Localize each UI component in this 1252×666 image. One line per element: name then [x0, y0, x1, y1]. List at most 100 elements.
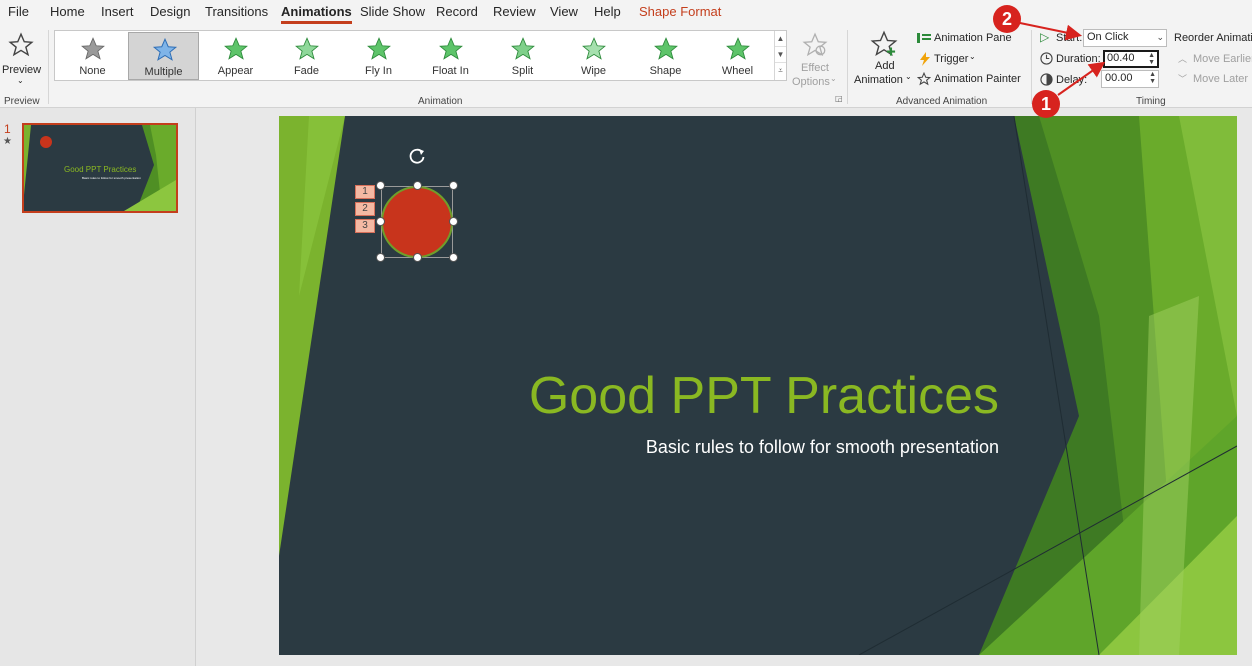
animation-painter-button[interactable]: Animation Painter — [917, 72, 1027, 88]
tab-design[interactable]: Design — [150, 4, 190, 19]
slide-canvas[interactable]: 1 2 3 Good PPT Practices Basic rules to … — [279, 116, 1237, 655]
animation-gallery: None Multiple Appear Fade Fly In Float I… — [54, 30, 787, 81]
resize-handle[interactable] — [413, 253, 422, 262]
scroll-up-icon[interactable]: ▲ — [775, 31, 786, 47]
animation-shape[interactable]: Shape — [630, 32, 701, 80]
lightning-icon — [920, 52, 930, 66]
dialog-launcher-icon[interactable]: ◲ — [835, 94, 843, 103]
resize-handle[interactable] — [376, 253, 385, 262]
tab-animations[interactable]: Animations — [281, 4, 352, 24]
gallery-more-icon[interactable]: ⩡ — [775, 63, 786, 79]
start-label: Start: — [1056, 32, 1083, 44]
tab-insert[interactable]: Insert — [101, 4, 134, 19]
delay-spinner[interactable]: ▲ ▼ — [1149, 71, 1156, 85]
resize-handle[interactable] — [449, 181, 458, 190]
add-animation-line2: Animation — [854, 74, 903, 86]
move-earlier-label: Move Earlier — [1193, 53, 1252, 65]
tab-help[interactable]: Help — [594, 4, 621, 19]
animation-wipe[interactable]: Wipe — [558, 32, 629, 80]
animation-order-tag[interactable]: 2 — [355, 202, 375, 216]
resize-handle[interactable] — [376, 181, 385, 190]
star-split-icon — [511, 37, 535, 60]
delay-input[interactable]: 00.00 ▲ ▼ — [1101, 70, 1159, 88]
slide-thumbnail[interactable]: Good PPT Practices Basic rules to follow… — [22, 123, 178, 213]
effect-options-line2: Options — [792, 76, 830, 88]
animation-float-in[interactable]: Float In — [415, 32, 486, 80]
animation-label: Fly In — [365, 65, 392, 77]
star-none-icon — [81, 37, 105, 60]
star-fly-in-icon — [367, 37, 391, 60]
effect-options-button[interactable]: Effect Options ⌄ — [792, 30, 838, 90]
chevron-down-icon: ⌄ — [1156, 32, 1164, 42]
animation-multiple[interactable]: Multiple — [128, 32, 199, 80]
tab-shape-format[interactable]: Shape Format — [639, 4, 721, 19]
resize-handle[interactable] — [376, 217, 385, 226]
animation-label: Wipe — [580, 65, 607, 77]
animation-label: Multiple — [144, 66, 183, 78]
trigger-button[interactable]: Trigger ⌄ — [917, 52, 987, 68]
resize-handle[interactable] — [449, 217, 458, 226]
resize-handle[interactable] — [449, 253, 458, 262]
slide-subtitle[interactable]: Basic rules to follow for smooth present… — [646, 437, 999, 458]
clock-icon — [1040, 52, 1053, 65]
animation-fly-in[interactable]: Fly In — [343, 32, 414, 80]
animation-pane-button[interactable]: Animation Pane — [917, 31, 1027, 47]
tab-slide-show[interactable]: Slide Show — [360, 4, 425, 19]
animation-wheel[interactable]: Wheel — [702, 32, 773, 80]
menu-bar: File Home Insert Design Transitions Anim… — [0, 0, 1252, 26]
tab-home[interactable]: Home — [50, 4, 85, 19]
divider — [847, 30, 848, 104]
animation-order-tag[interactable]: 1 — [355, 185, 375, 199]
animation-painter-label: Animation Painter — [934, 73, 1021, 85]
chevron-up-icon: ︿ — [1178, 54, 1188, 64]
add-animation-icon — [870, 30, 898, 57]
star-fade-icon — [295, 37, 319, 60]
duration-spinner[interactable]: ▲ ▼ — [1148, 52, 1155, 66]
preview-star-icon — [8, 32, 34, 57]
animation-painter-icon — [917, 72, 931, 86]
gallery-scroll[interactable]: ▲ ▼ ⩡ — [774, 31, 786, 80]
animation-indicator-icon: ★ — [3, 136, 12, 147]
animation-order-tag[interactable]: 3 — [355, 219, 375, 233]
animation-appear[interactable]: Appear — [200, 32, 271, 80]
add-animation-line1: Add — [875, 60, 895, 72]
thumbnail-subtitle: Basic rules to follow for smooth present… — [82, 176, 141, 180]
tab-transitions[interactable]: Transitions — [205, 4, 268, 19]
tab-review[interactable]: Review — [493, 4, 536, 19]
effect-options-line1: Effect — [801, 62, 829, 74]
selected-circle-shape[interactable] — [376, 181, 458, 262]
scroll-down-icon[interactable]: ▼ — [775, 47, 786, 63]
advanced-animation-group-label: Advanced Animation — [896, 96, 988, 107]
preview-label: Preview — [2, 64, 42, 76]
animation-none[interactable]: None — [57, 32, 128, 80]
move-later-label: Move Later — [1193, 73, 1249, 85]
move-later-button[interactable]: ﹀ Move Later — [1178, 72, 1252, 88]
start-dropdown[interactable]: On Click ⌄ — [1083, 29, 1167, 47]
animation-split[interactable]: Split — [487, 32, 558, 80]
callout-badge-2: 2 — [993, 5, 1021, 33]
timing-group-label: Timing — [1136, 96, 1166, 107]
tab-file[interactable]: File — [8, 4, 29, 19]
reorder-animation-label: Reorder Animation — [1174, 32, 1252, 44]
preview-button[interactable]: Preview ⌄ — [2, 30, 42, 92]
resize-handle[interactable] — [413, 181, 422, 190]
chevron-down-icon: ﹀ — [1178, 74, 1188, 84]
duration-input[interactable]: 00.40 ▲ ▼ — [1103, 50, 1159, 68]
animation-fade[interactable]: Fade — [271, 32, 342, 80]
add-animation-button[interactable]: Add Animation ⌄ — [852, 30, 912, 90]
rotate-handle-icon[interactable] — [407, 146, 427, 166]
tab-view[interactable]: View — [550, 4, 578, 19]
star-shape-icon — [654, 37, 678, 60]
play-icon: ▷ — [1040, 30, 1050, 44]
delay-clock-icon — [1040, 73, 1053, 86]
tab-record[interactable]: Record — [436, 4, 478, 19]
move-earlier-button[interactable]: ︿ Move Earlier — [1178, 52, 1252, 68]
divider — [1031, 30, 1032, 104]
animation-pane-label: Animation Pane — [934, 32, 1012, 44]
divider — [48, 30, 49, 104]
chevron-down-icon: ⌄ — [830, 74, 837, 83]
start-value: On Click — [1087, 31, 1129, 43]
slide-title[interactable]: Good PPT Practices — [529, 366, 999, 426]
star-multiple-icon — [152, 37, 178, 61]
animation-pane-icon — [917, 33, 931, 43]
